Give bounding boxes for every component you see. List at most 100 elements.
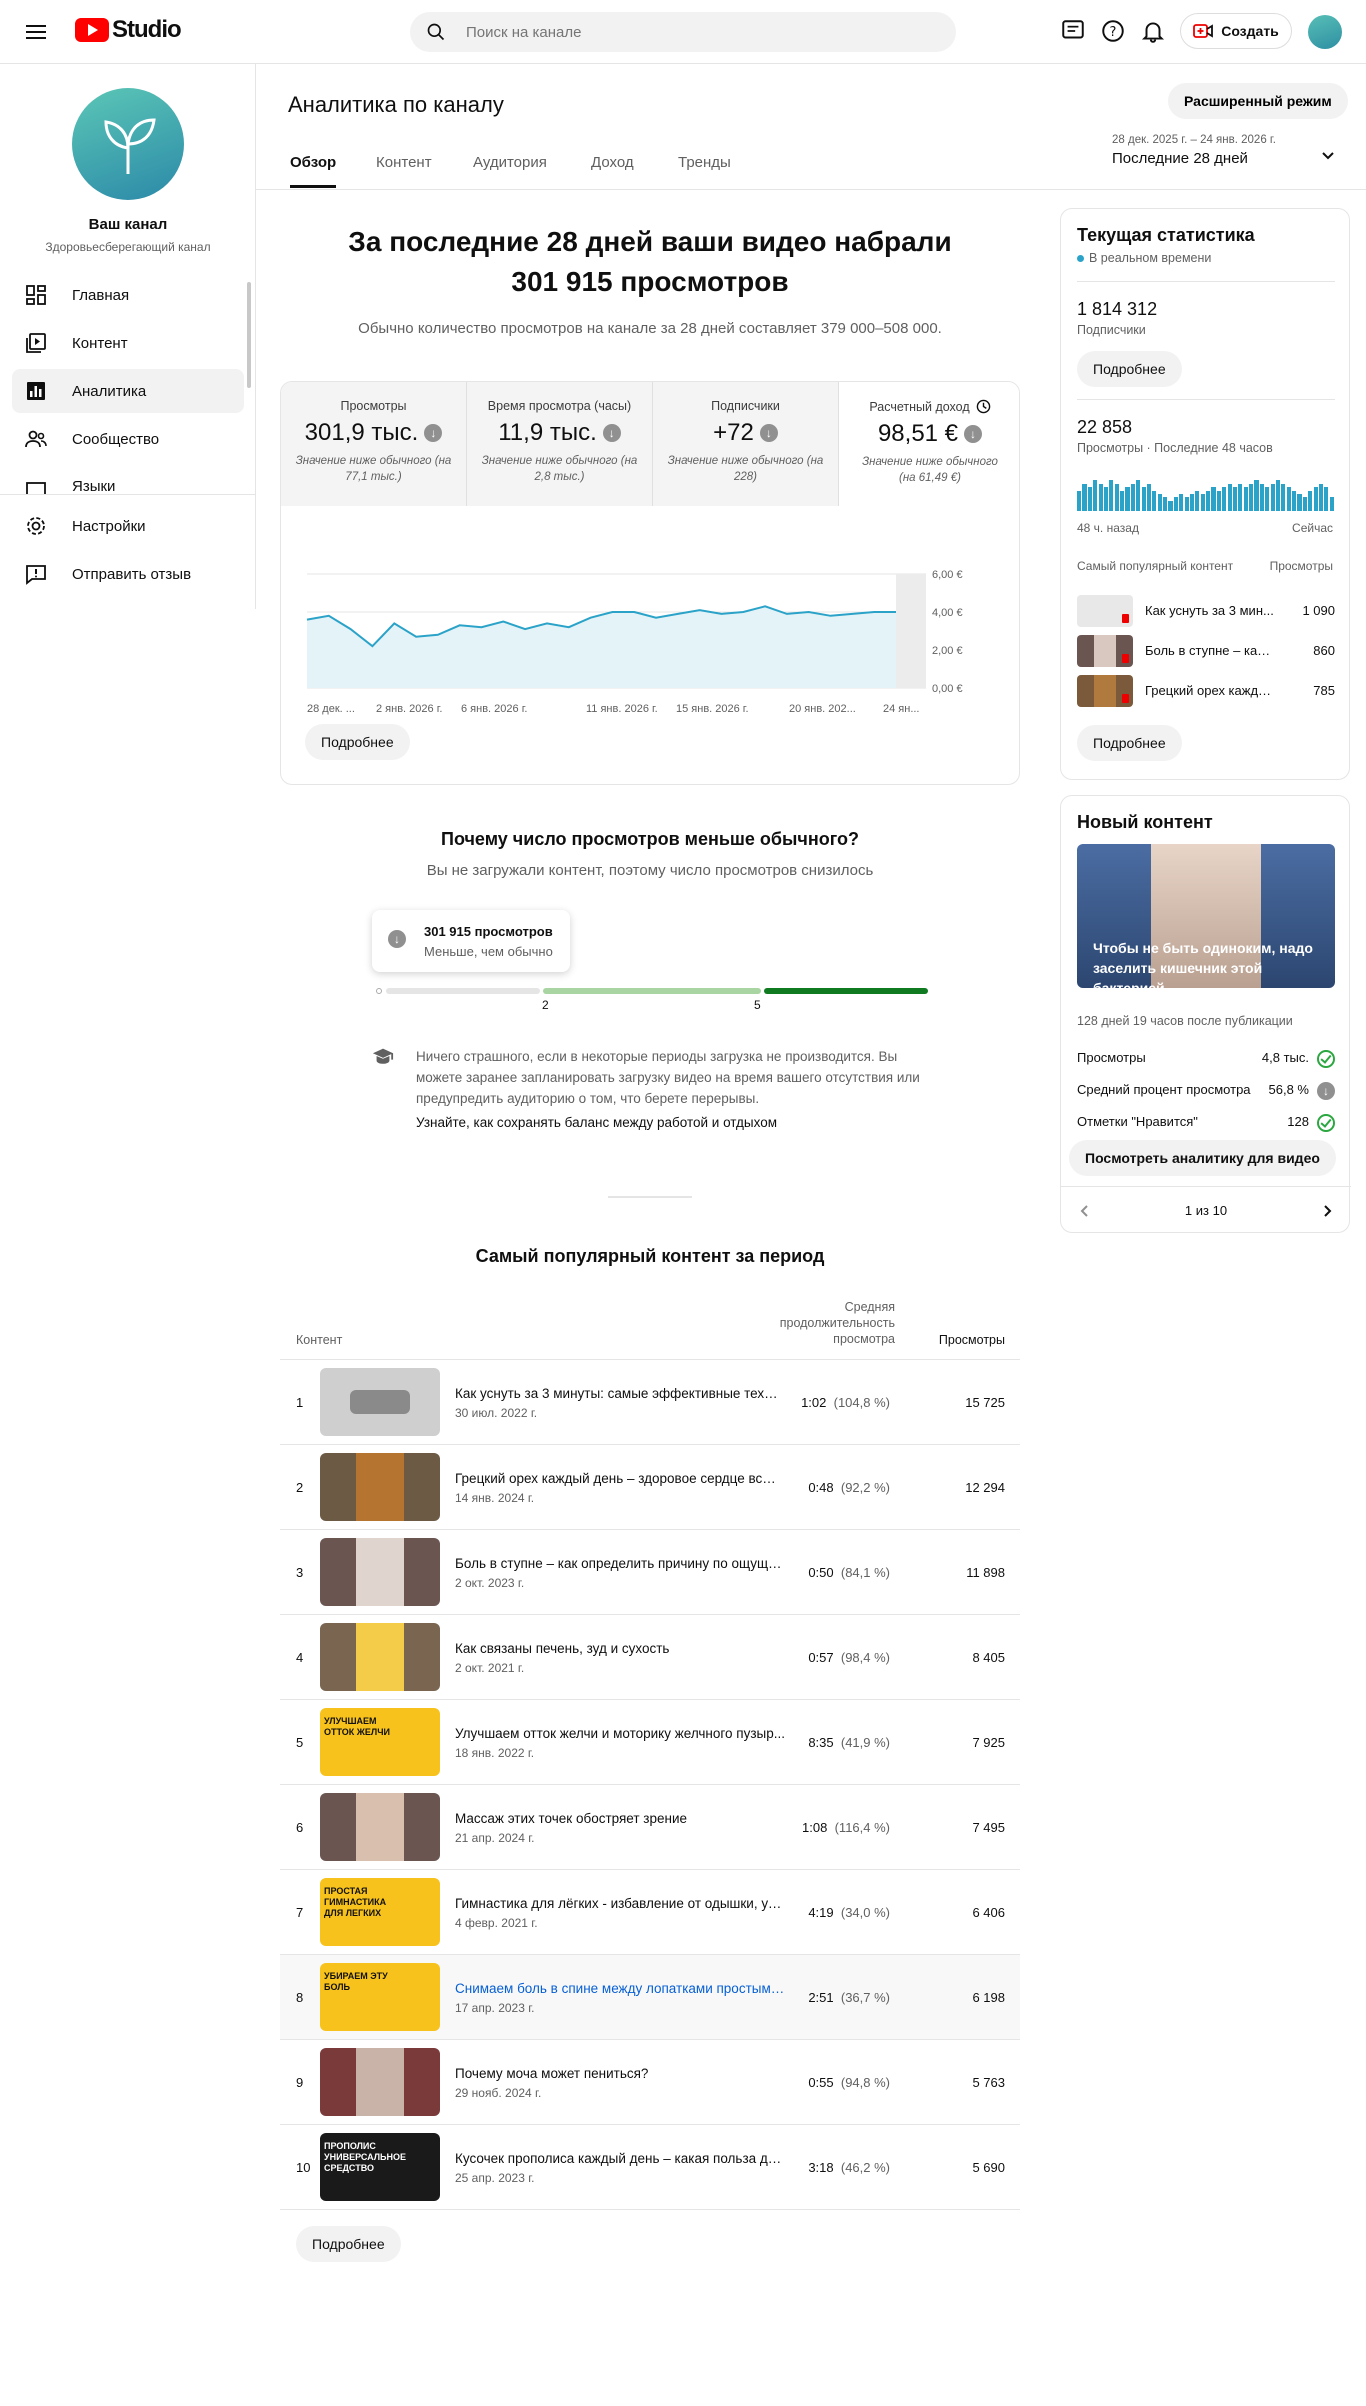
video-title[interactable]: Массаж этих точек обостряет зрение bbox=[455, 1811, 785, 1826]
revenue-chart[interactable]: 6,00 € 4,00 € 2,00 € 0,00 € 28 дек. ... 2 янв… bbox=[281, 552, 1020, 752]
sidebar-item-community[interactable]: Сообщество bbox=[12, 417, 244, 461]
channel-avatar[interactable] bbox=[72, 88, 184, 200]
table-row[interactable]: 9 Почему моча может пениться? 29 нояб. 202… bbox=[280, 2039, 1020, 2124]
video-thumbnail[interactable] bbox=[320, 1453, 440, 1521]
messages-icon[interactable] bbox=[1060, 18, 1086, 44]
views-tooltip: 301 915 просмотров Меньше, чем обычно bbox=[372, 910, 570, 972]
video-thumbnail[interactable]: УБИРАЕМ ЭТУ БОЛЬ bbox=[320, 1963, 440, 2031]
col-header-duration[interactable]: Средняя продолжительность просмотра bbox=[770, 1299, 895, 1347]
video-avg-duration: 3:18 (46,2 %) bbox=[770, 2160, 890, 2175]
metric-watch-time[interactable]: Время просмотра (часы) 11,9 тыс. Значени… bbox=[467, 382, 652, 506]
realtime-bars-chart[interactable] bbox=[1077, 477, 1335, 511]
video-views: 6 198 bbox=[972, 1990, 1005, 2005]
video-thumbnail[interactable] bbox=[320, 1538, 440, 1606]
tab-trends[interactable]: Тренды bbox=[678, 154, 731, 185]
metric-views[interactable]: Просмотры 301,9 тыс. Значение ниже обычн… bbox=[281, 382, 466, 506]
video-title[interactable]: Гимнастика для лёгких - избавление от од… bbox=[455, 1896, 785, 1911]
thumbnail-text: ПРОСТАЯ ГИМНАСТИКА ДЛЯ ЛЕГКИХ bbox=[324, 1886, 387, 1918]
sidebar-item-analytics[interactable]: Аналитика bbox=[12, 369, 244, 413]
help-icon[interactable]: ? bbox=[1100, 18, 1126, 44]
table-row[interactable]: 2 Грецкий орех каждый день – здоровое сер… bbox=[280, 1444, 1020, 1529]
video-avg-duration: 1:02 (104,8 %) bbox=[770, 1395, 890, 1410]
sidebar-item-settings[interactable]: Настройки bbox=[12, 504, 244, 548]
clock-icon bbox=[976, 399, 990, 414]
create-button[interactable]: Создать bbox=[1180, 13, 1292, 49]
rt-item-views: 860 bbox=[1313, 643, 1335, 658]
live-label: В реальном времени bbox=[1089, 251, 1212, 265]
video-thumbnail[interactable] bbox=[320, 1368, 440, 1436]
sidebar-item-label: Отправить отзыв bbox=[72, 565, 192, 583]
video-thumbnail[interactable] bbox=[320, 1623, 440, 1691]
rt-top-item[interactable]: Боль в ступне – как о... 860 bbox=[1077, 635, 1335, 667]
date-range-picker[interactable]: 28 дек. 2025 г. – 24 янв. 2026 г. Послед… bbox=[1112, 134, 1342, 167]
table-row[interactable]: 8 УБИРАЕМ ЭТУ БОЛЬ Снимаем боль в спине ме… bbox=[280, 1954, 1020, 2039]
duration-value: 1:08 bbox=[802, 1820, 828, 1835]
page-title: Аналитика по каналу bbox=[288, 92, 504, 117]
chevron-down-icon bbox=[1322, 152, 1334, 160]
bell-icon[interactable] bbox=[1140, 18, 1166, 44]
metric-subscribers[interactable]: Подписчики +72 Значение ниже обычного (н… bbox=[653, 382, 838, 506]
top-header: Studio ? Создать bbox=[0, 0, 1366, 64]
video-title[interactable]: Снимаем боль в спине между лопатками про… bbox=[455, 1981, 785, 1996]
rt-thumbnail bbox=[1077, 595, 1133, 627]
realtime-subscribers-more-button[interactable]: Подробнее bbox=[1077, 351, 1182, 387]
duration-percent: (92,2 %) bbox=[840, 1480, 890, 1495]
search-input[interactable] bbox=[466, 12, 936, 52]
tip-link[interactable]: Узнайте, как сохранять баланс между рабо… bbox=[416, 1115, 777, 1130]
tab-revenue[interactable]: Доход bbox=[591, 154, 634, 185]
dashboard-icon bbox=[26, 285, 46, 305]
studio-logo[interactable]: Studio bbox=[75, 16, 182, 44]
realtime-bar bbox=[1249, 483, 1254, 511]
metric-revenue[interactable]: Расчетный доход 98,51 € Значение ниже об… bbox=[839, 382, 1019, 506]
arrow-down-icon bbox=[602, 424, 621, 442]
rt-top-item[interactable]: Грецкий орех кажды... 785 bbox=[1077, 675, 1335, 707]
menu-icon[interactable] bbox=[26, 21, 46, 43]
video-title[interactable]: Боль в ступне – как определить причину п… bbox=[455, 1556, 785, 1571]
table-row[interactable]: 1 Как уснуть за 3 минуты: самые эффективн… bbox=[280, 1359, 1020, 1444]
search-box[interactable] bbox=[410, 12, 956, 52]
sidebar-item-content[interactable]: Контент bbox=[12, 321, 244, 365]
table-row[interactable]: 4 Как связаны печень, зуд и сухость 2 окт.… bbox=[280, 1614, 1020, 1699]
video-title[interactable]: Кусочек прополиса каждый день – какая по… bbox=[455, 2151, 785, 2166]
sidebar-item-dashboard[interactable]: Главная bbox=[12, 273, 244, 317]
metrics-more-button[interactable]: Подробнее bbox=[305, 724, 410, 760]
video-thumbnail[interactable]: ПРОПОЛИС УНИВЕРСАЛЬНОЕ СРЕДСТВО bbox=[320, 2133, 440, 2201]
tab-audience[interactable]: Аудитория bbox=[473, 154, 547, 185]
chevron-right-icon[interactable] bbox=[1319, 1203, 1335, 1219]
table-row[interactable]: 5 УЛУЧШАЕМ ОТТОК ЖЕЛЧИ Улучшаем отток желч… bbox=[280, 1699, 1020, 1784]
video-title[interactable]: Улучшаем отток желчи и моторику желчного… bbox=[455, 1726, 785, 1741]
video-thumbnail[interactable]: УЛУЧШАЕМ ОТТОК ЖЕЛЧИ bbox=[320, 1708, 440, 1776]
rt-top-item[interactable]: Как уснуть за 3 мин... 1 090 bbox=[1077, 595, 1335, 627]
table-row[interactable]: 10 ПРОПОЛИС УНИВЕРСАЛЬНОЕ СРЕДСТВО Кусочек… bbox=[280, 2124, 1020, 2209]
metric-note: Значение ниже обычного (на 61,49 €) bbox=[862, 456, 998, 484]
table-row[interactable]: 7 ПРОСТАЯ ГИМНАСТИКА ДЛЯ ЛЕГКИХ Гимнастика… bbox=[280, 1869, 1020, 1954]
video-title[interactable]: Как уснуть за 3 минуты: самые эффективны… bbox=[455, 1386, 785, 1401]
table-row[interactable]: 6 Массаж этих точек обостряет зрение 21 ап… bbox=[280, 1784, 1020, 1869]
thumbnail-text: ПРОПОЛИС УНИВЕРСАЛЬНОЕ СРЕДСТВО bbox=[324, 2141, 407, 2173]
video-title[interactable]: Почему моча может пениться? bbox=[455, 2066, 785, 2081]
tab-content[interactable]: Контент bbox=[376, 154, 432, 185]
top-content-more-button[interactable]: Подробнее bbox=[296, 2226, 401, 2262]
realtime-more-button[interactable]: Подробнее bbox=[1077, 725, 1182, 761]
youtube-logo-icon bbox=[75, 18, 109, 42]
col-header-views[interactable]: Просмотры bbox=[920, 1332, 1005, 1348]
tab-overview[interactable]: Обзор bbox=[290, 154, 337, 188]
scale-typical-segment bbox=[543, 988, 761, 994]
video-analytics-button[interactable]: Посмотреть аналитику для видео bbox=[1069, 1140, 1336, 1176]
table-row[interactable]: 3 Боль в ступне – как определить причину … bbox=[280, 1529, 1020, 1614]
video-title[interactable]: Грецкий орех каждый день – здоровое серд… bbox=[455, 1471, 785, 1486]
sidebar-item-feedback[interactable]: Отправить отзыв bbox=[12, 552, 244, 596]
hero-title-line1: За последние 28 дней ваши видео набрали bbox=[348, 226, 952, 257]
video-thumbnail[interactable] bbox=[320, 1793, 440, 1861]
duration-percent: (34,0 %) bbox=[840, 1905, 890, 1920]
sidebar-item-languages[interactable]: Языки bbox=[12, 465, 244, 495]
realtime-bar bbox=[1114, 483, 1119, 511]
new-content-thumbnail[interactable]: Чтобы не быть одиноким, надо заселить ки… bbox=[1077, 844, 1335, 988]
advanced-mode-button[interactable]: Расширенный режим bbox=[1168, 83, 1348, 119]
video-title[interactable]: Как связаны печень, зуд и сухость bbox=[455, 1641, 785, 1656]
sidebar-scrollbar[interactable] bbox=[247, 282, 251, 388]
video-thumbnail[interactable]: ПРОСТАЯ ГИМНАСТИКА ДЛЯ ЛЕГКИХ bbox=[320, 1878, 440, 1946]
video-thumbnail[interactable] bbox=[320, 2048, 440, 2116]
account-avatar[interactable] bbox=[1308, 15, 1342, 49]
rt-item-views: 785 bbox=[1313, 683, 1335, 698]
